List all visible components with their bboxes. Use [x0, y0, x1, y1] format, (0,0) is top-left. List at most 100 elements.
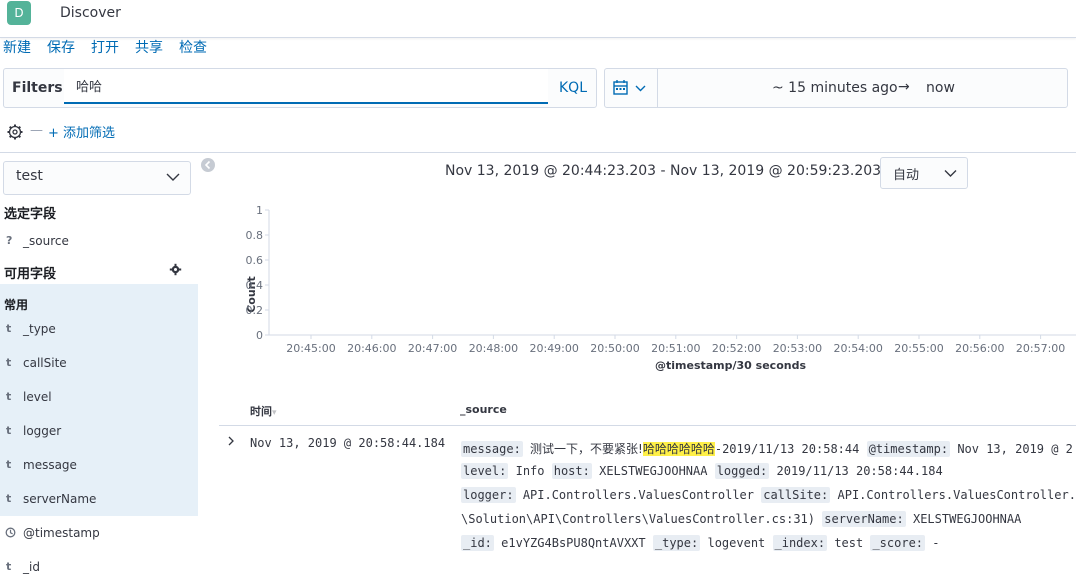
- expand-row-button[interactable]: [227, 435, 235, 450]
- string-type-icon: t: [6, 560, 11, 573]
- date-start[interactable]: ~ 15 minutes ago: [772, 80, 898, 96]
- share-button[interactable]: 共享: [135, 37, 163, 57]
- sidebar-field-message[interactable]: t message: [0, 455, 198, 477]
- field-name: @timestamp: [23, 526, 100, 540]
- x-tick-label: 20:48:00: [469, 342, 518, 355]
- source-line-1: message: 测试一下，不要紧张!哈哈哈哈哈哈-2019/11/13 20:…: [461, 440, 1073, 457]
- source-line-4: \Solution\API\Controllers\ValuesControll…: [461, 512, 1021, 526]
- interval-value: 自动: [893, 164, 919, 183]
- field-key: logged:: [715, 463, 770, 479]
- inspect-button[interactable]: 检查: [179, 37, 207, 57]
- chevron-left-icon: [201, 158, 215, 172]
- field-value: \Solution\API\Controllers\ValuesControll…: [461, 512, 815, 526]
- x-tick-label: 20:50:00: [590, 342, 639, 355]
- app-title: Discover: [60, 5, 121, 21]
- field-value: 测试一下，不要紧张!: [530, 442, 643, 456]
- field-key: @timestamp:: [867, 441, 950, 457]
- sidebar-field-level[interactable]: t level: [0, 387, 198, 409]
- filters-label: Filters: [12, 80, 63, 96]
- x-tick-label: 20:55:00: [894, 342, 943, 355]
- source-line-2: level: Info host: XELSTWEGJOOHNAA logged…: [461, 464, 943, 478]
- chevron-right-icon: [227, 435, 235, 447]
- field-value: -: [932, 536, 939, 550]
- string-type-icon: t: [6, 492, 11, 505]
- y-tick-label: 0.2: [246, 304, 264, 317]
- y-tick-label: 1: [256, 204, 263, 217]
- x-axis-label: @timestamp/30 seconds: [655, 359, 806, 372]
- column-title: 时间: [250, 405, 272, 418]
- field-key: _id:: [461, 535, 494, 551]
- field-value: logevent: [707, 536, 765, 550]
- field-key: host:: [552, 463, 592, 479]
- field-key: level:: [461, 463, 508, 479]
- arrow-right-icon: →: [898, 79, 910, 95]
- space-avatar[interactable]: D: [7, 1, 31, 25]
- x-tick-label: 20:49:00: [529, 342, 578, 355]
- field-value: XELSTWEGJOOHNAA: [599, 464, 707, 478]
- chevron-down-icon: [166, 172, 180, 182]
- chevron-down-icon: [944, 169, 957, 178]
- add-filter-button[interactable]: + 添加筛选: [48, 122, 115, 141]
- x-tick-label: 20:46:00: [347, 342, 396, 355]
- table-header-divider: [219, 425, 1076, 426]
- selected-fields-title: 选定字段: [4, 203, 56, 222]
- x-ticks: 20:45:00 20:46:00 20:47:00 20:48:00 20:49:00…: [286, 335, 1065, 355]
- field-value: test: [834, 536, 863, 550]
- y-tick-label: 0.8: [246, 229, 264, 242]
- row-timestamp: Nov 13, 2019 @ 20:58:44.184: [250, 436, 445, 450]
- field-key: serverName:: [822, 511, 905, 527]
- string-type-icon: t: [6, 458, 11, 471]
- sidebar-field-servername[interactable]: t serverName: [0, 489, 198, 511]
- gear-icon[interactable]: [169, 263, 182, 276]
- sort-icon[interactable]: ▾: [272, 408, 277, 418]
- sidebar-field-timestamp[interactable]: @timestamp: [0, 523, 198, 545]
- field-name: logger: [23, 424, 61, 438]
- collapse-sidebar-button[interactable]: [201, 158, 215, 172]
- column-header-time[interactable]: 时间▾: [250, 403, 277, 419]
- string-type-icon: t: [6, 322, 11, 335]
- field-name: _id: [23, 560, 40, 574]
- field-value: 2019/11/13 20:58:44.184: [777, 464, 943, 478]
- field-value: API.Controllers.ValuesController.G: [838, 488, 1076, 502]
- field-name: callSite: [23, 356, 67, 370]
- sidebar-field-callsite[interactable]: t callSite: [0, 353, 198, 375]
- sidebar-field-id[interactable]: t _id: [0, 557, 198, 579]
- date-end[interactable]: now: [926, 80, 955, 96]
- kql-language-button[interactable]: KQL: [559, 80, 587, 96]
- x-tick-label: 20:47:00: [408, 342, 457, 355]
- field-key: _type:: [653, 535, 700, 551]
- x-tick-label: 20:45:00: [286, 342, 335, 355]
- sidebar-field-source[interactable]: ? _source: [0, 231, 198, 253]
- source-line-5: _id: e1vYZG4BsPU8QntAVXXT _type: logeven…: [461, 536, 940, 550]
- x-tick-label: 20:54:00: [833, 342, 882, 355]
- field-value: e1vYZG4BsPU8QntAVXXT: [501, 536, 646, 550]
- field-name: message: [23, 458, 77, 472]
- sidebar-field-logger[interactable]: t logger: [0, 421, 198, 443]
- string-type-icon: t: [6, 424, 11, 437]
- y-tick-label: 0.4: [246, 279, 264, 292]
- field-value: -2019/11/13 20:58:44: [715, 442, 860, 456]
- field-name: _type: [23, 322, 56, 336]
- field-value: Info: [516, 464, 545, 478]
- divider: [0, 152, 1076, 153]
- x-tick-label: 20:53:00: [773, 342, 822, 355]
- gear-icon[interactable]: [6, 123, 24, 141]
- index-pattern-name: test: [16, 168, 43, 184]
- field-key: logger:: [461, 487, 516, 503]
- search-highlight: 哈哈哈哈哈哈: [643, 442, 715, 456]
- open-button[interactable]: 打开: [91, 37, 119, 57]
- field-key: _score:: [870, 535, 925, 551]
- field-value: XELSTWEGJOOHNAA: [913, 512, 1021, 526]
- time-range-label: Nov 13, 2019 @ 20:44:23.203 - Nov 13, 20…: [445, 163, 900, 179]
- quick-date-menu-button[interactable]: [605, 69, 658, 107]
- field-key: message:: [461, 441, 523, 457]
- sidebar-field-type[interactable]: t _type: [0, 319, 198, 341]
- save-button[interactable]: 保存: [47, 37, 75, 57]
- filter-separator: —: [30, 123, 43, 138]
- field-name: serverName: [23, 492, 96, 506]
- popular-fields-title: 常用: [4, 296, 28, 313]
- field-type-unknown: ?: [6, 234, 12, 247]
- field-key: _index:: [773, 535, 828, 551]
- new-button[interactable]: 新建: [3, 37, 31, 57]
- query-input[interactable]: [64, 69, 548, 104]
